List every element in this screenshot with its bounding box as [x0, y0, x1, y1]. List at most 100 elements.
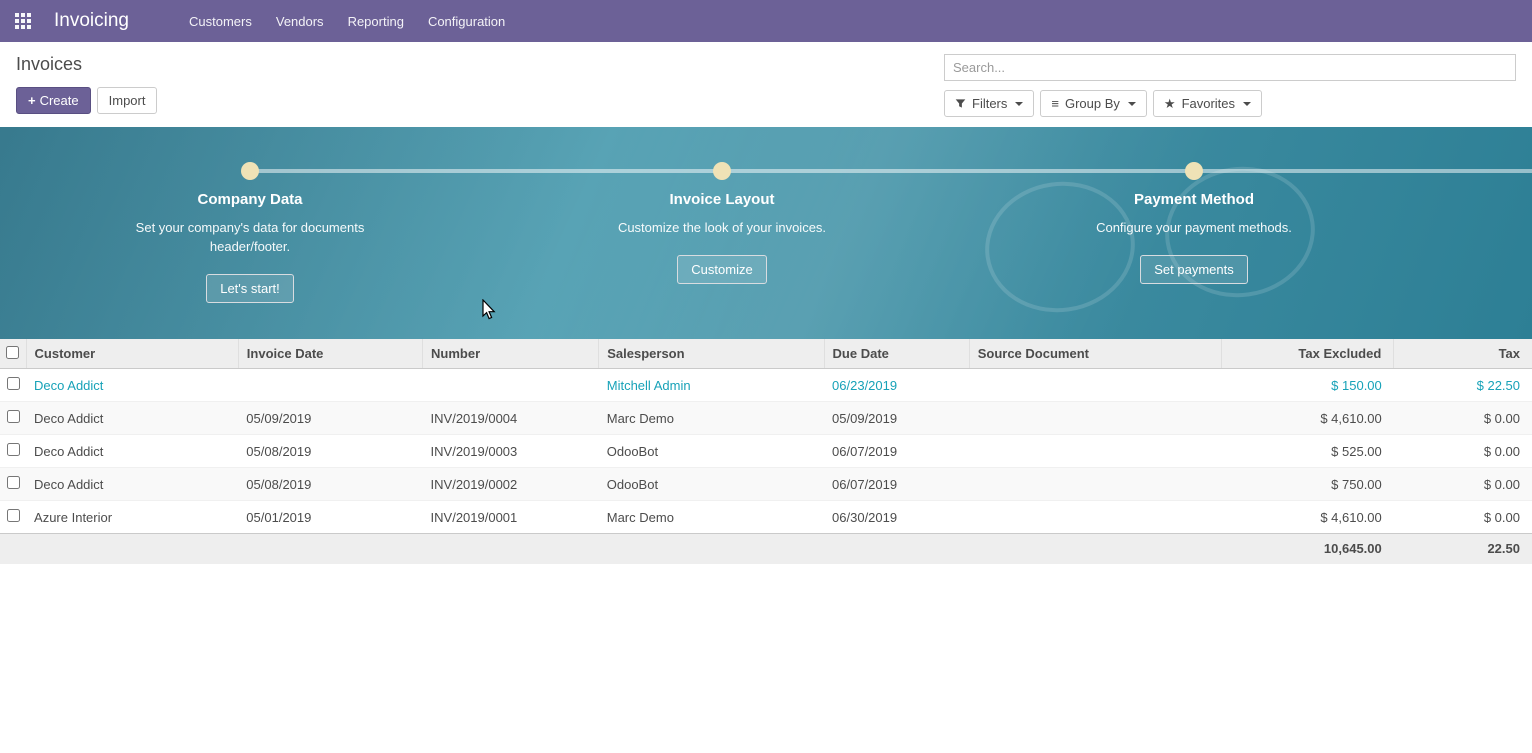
menu-configuration[interactable]: Configuration [416, 0, 517, 42]
table-row[interactable]: Deco Addict 05/09/2019 INV/2019/0004 Mar… [0, 402, 1532, 435]
cell-number: INV/2019/0001 [423, 501, 599, 534]
progress-dot [713, 162, 731, 180]
cell-salesperson: OdooBot [599, 435, 824, 468]
step-description: Customize the look of your invoices. [607, 219, 837, 238]
step-title: Company Data [90, 191, 410, 208]
step-title: Invoice Layout [562, 191, 882, 208]
group-by-label: Group By [1065, 96, 1120, 111]
star-icon: ★ [1164, 97, 1176, 110]
column-header-number[interactable]: Number [423, 339, 599, 369]
column-header-tax-excluded[interactable]: Tax Excluded [1222, 339, 1394, 369]
onboarding-step-payment-method: Payment Method Configure your payment me… [1034, 191, 1354, 284]
select-all-checkbox[interactable] [6, 346, 19, 359]
cell-invoice-date: 05/08/2019 [238, 435, 422, 468]
row-checkbox[interactable] [7, 476, 20, 489]
plus-icon: + [28, 93, 36, 108]
search-options: Filters ≡ Group By ★ Favorites [944, 90, 1516, 117]
chevron-down-icon [1243, 102, 1251, 106]
onboarding-step-invoice-layout: Invoice Layout Customize the look of you… [562, 191, 882, 284]
cell-due-date: 06/30/2019 [824, 501, 969, 534]
row-checkbox[interactable] [7, 443, 20, 456]
column-header-customer[interactable]: Customer [26, 339, 238, 369]
cell-tax: $ 22.50 [1394, 369, 1532, 402]
total-tax-excluded: 10,645.00 [1222, 534, 1394, 564]
totals-row: 10,645.00 22.50 [0, 534, 1532, 564]
cell-source-document [969, 435, 1221, 468]
top-menus: Customers Vendors Reporting Configuratio… [177, 0, 517, 42]
row-checkbox[interactable] [7, 509, 20, 522]
cell-tax-excluded: $ 150.00 [1222, 369, 1394, 402]
create-button[interactable]: + Create [16, 87, 91, 114]
create-button-label: Create [40, 93, 79, 108]
favorites-label: Favorites [1182, 96, 1235, 111]
step-description: Set your company's data for documents he… [135, 219, 365, 257]
column-header-due-date[interactable]: Due Date [824, 339, 969, 369]
funnel-icon [955, 98, 966, 109]
chevron-down-icon [1015, 102, 1023, 106]
cell-customer: Deco Addict [26, 435, 238, 468]
customize-button[interactable]: Customize [677, 255, 766, 284]
progress-dot [1185, 162, 1203, 180]
cell-tax: $ 0.00 [1394, 402, 1532, 435]
cell-invoice-date [238, 369, 422, 402]
cell-salesperson: Marc Demo [599, 402, 824, 435]
cell-tax-excluded: $ 750.00 [1222, 468, 1394, 501]
favorites-button[interactable]: ★ Favorites [1153, 90, 1262, 117]
menu-reporting[interactable]: Reporting [336, 0, 416, 42]
search-input[interactable] [944, 54, 1516, 81]
cell-customer: Azure Interior [26, 501, 238, 534]
total-tax: 22.50 [1394, 534, 1532, 564]
step-description: Configure your payment methods. [1079, 219, 1309, 238]
menu-vendors[interactable]: Vendors [264, 0, 336, 42]
cell-due-date: 06/07/2019 [824, 435, 969, 468]
column-header-source-document[interactable]: Source Document [969, 339, 1221, 369]
cell-salesperson: Marc Demo [599, 501, 824, 534]
onboarding-step-company-data: Company Data Set your company's data for… [90, 191, 410, 303]
table-header-row: Customer Invoice Date Number Salesperson… [0, 339, 1532, 369]
app-title[interactable]: Invoicing [46, 10, 137, 32]
table-row[interactable]: Deco Addict 05/08/2019 INV/2019/0003 Odo… [0, 435, 1532, 468]
cell-source-document [969, 402, 1221, 435]
column-header-invoice-date[interactable]: Invoice Date [238, 339, 422, 369]
cell-number: INV/2019/0002 [423, 468, 599, 501]
column-header-tax[interactable]: Tax [1394, 339, 1532, 369]
cell-tax: $ 0.00 [1394, 435, 1532, 468]
cell-tax: $ 0.00 [1394, 468, 1532, 501]
apps-grid-icon [15, 13, 31, 29]
import-button[interactable]: Import [97, 87, 158, 114]
table-row[interactable]: Deco Addict Mitchell Admin 06/23/2019 $ … [0, 369, 1532, 402]
cell-number: INV/2019/0003 [423, 435, 599, 468]
group-by-button[interactable]: ≡ Group By [1040, 90, 1147, 117]
list-icon: ≡ [1051, 97, 1059, 110]
filters-label: Filters [972, 96, 1007, 111]
cell-due-date: 05/09/2019 [824, 402, 969, 435]
chevron-down-icon [1128, 102, 1136, 106]
row-checkbox[interactable] [7, 410, 20, 423]
set-payments-button[interactable]: Set payments [1140, 255, 1248, 284]
cell-customer: Deco Addict [26, 468, 238, 501]
cell-customer: Deco Addict [26, 402, 238, 435]
cell-tax: $ 0.00 [1394, 501, 1532, 534]
cell-number [423, 369, 599, 402]
cell-invoice-date: 05/08/2019 [238, 468, 422, 501]
row-checkbox[interactable] [7, 377, 20, 390]
cell-salesperson: OdooBot [599, 468, 824, 501]
filters-button[interactable]: Filters [944, 90, 1034, 117]
cell-source-document [969, 501, 1221, 534]
step-title: Payment Method [1034, 191, 1354, 208]
table-row[interactable]: Deco Addict 05/08/2019 INV/2019/0002 Odo… [0, 468, 1532, 501]
cell-due-date: 06/23/2019 [824, 369, 969, 402]
progress-dot [241, 162, 259, 180]
cell-number: INV/2019/0004 [423, 402, 599, 435]
table-row[interactable]: Azure Interior 05/01/2019 INV/2019/0001 … [0, 501, 1532, 534]
cell-invoice-date: 05/09/2019 [238, 402, 422, 435]
lets-start-button[interactable]: Let's start! [206, 274, 294, 303]
apps-menu-icon[interactable] [8, 6, 38, 36]
cell-tax-excluded: $ 4,610.00 [1222, 402, 1394, 435]
cell-customer: Deco Addict [26, 369, 238, 402]
column-header-salesperson[interactable]: Salesperson [599, 339, 824, 369]
cell-due-date: 06/07/2019 [824, 468, 969, 501]
control-panel: Invoices +Create Import Filters ≡ Group … [0, 42, 1532, 127]
menu-customers[interactable]: Customers [177, 0, 264, 42]
invoices-table: Customer Invoice Date Number Salesperson… [0, 339, 1532, 564]
